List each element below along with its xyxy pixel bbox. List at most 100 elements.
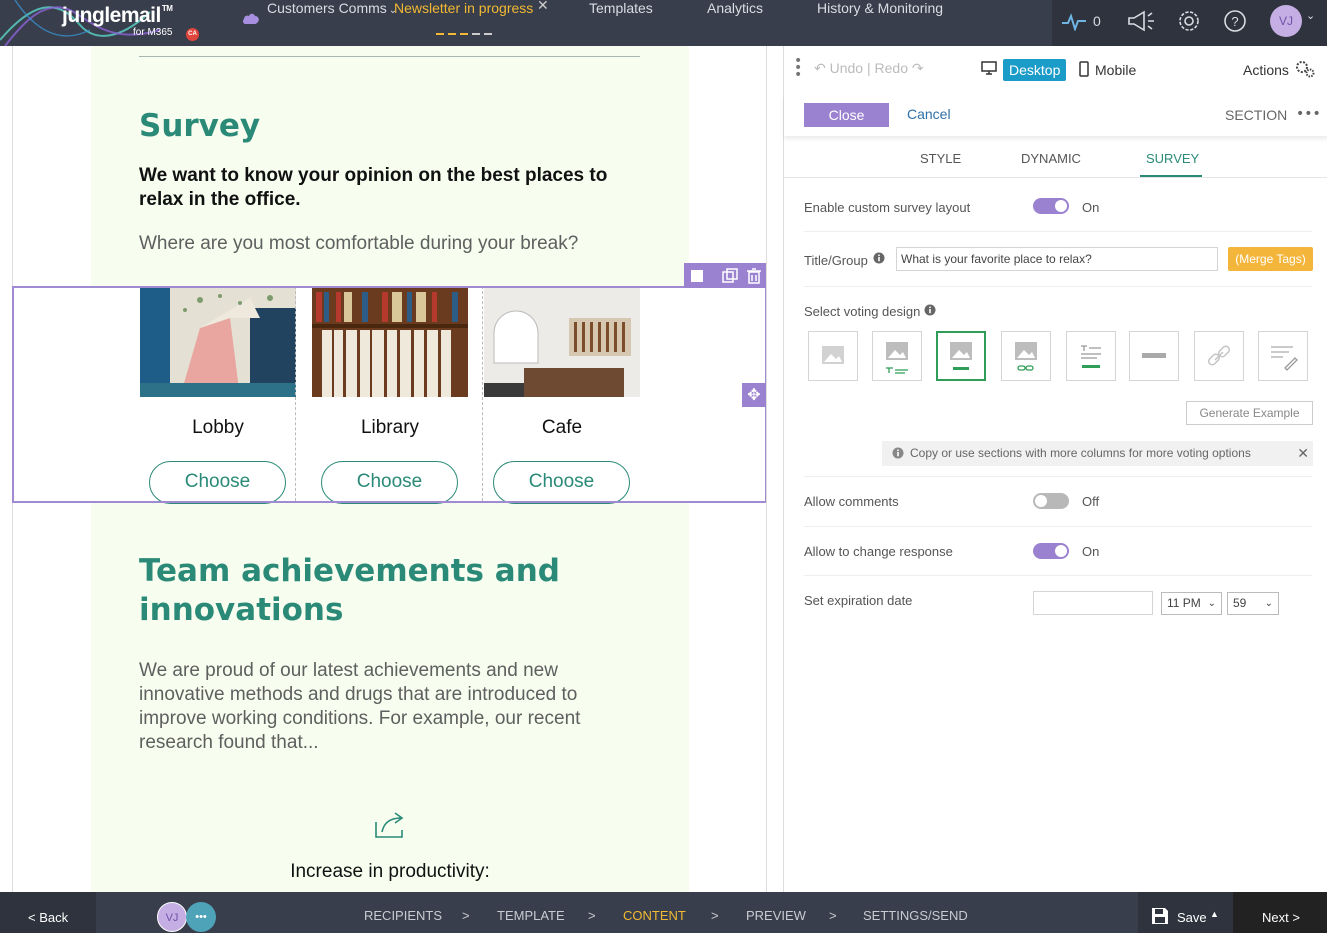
step-arrow: >	[711, 908, 719, 923]
vertical-dots-icon[interactable]: • • •	[794, 54, 802, 82]
voting-design-text-button[interactable]	[1066, 331, 1116, 381]
gear-icon[interactable]	[1177, 9, 1201, 33]
undo-button[interactable]: Undo	[830, 60, 863, 76]
top-bar: junglemailTM for M365 CA Customers Comms…	[0, 0, 1327, 46]
redo-button[interactable]: Redo	[875, 60, 908, 76]
avatar[interactable]: VJ	[1270, 5, 1302, 37]
svg-text:?: ?	[1231, 14, 1238, 29]
actions-gears-icon[interactable]	[1295, 60, 1315, 78]
brand-name: junglemailTM	[62, 4, 173, 27]
save-button[interactable]: Save ▲	[1138, 892, 1233, 933]
bottom-bar: < Back VJ ••• RECIPIENTS > TEMPLATE > CO…	[0, 892, 1327, 933]
desktop-icon[interactable]	[981, 61, 997, 75]
move-icon[interactable]: ✥	[742, 383, 766, 407]
step-preview[interactable]: PREVIEW	[746, 908, 806, 923]
survey-subtitle[interactable]: Where are you most comfortable during yo…	[139, 233, 578, 255]
redo-arrow-icon[interactable]: ↷	[912, 60, 924, 76]
info-icon[interactable]	[873, 252, 885, 264]
nav-analytics[interactable]: Analytics	[707, 0, 763, 42]
share-icon	[375, 812, 404, 838]
properties-panel: • • • ↶ Undo | Redo ↷ Desktop Mobile Actio…	[783, 46, 1327, 892]
megaphone-icon[interactable]	[1127, 10, 1157, 32]
allow-change-toggle[interactable]	[1033, 543, 1069, 559]
survey-heading[interactable]: Survey	[139, 108, 260, 144]
divider	[804, 575, 1312, 576]
divider	[139, 56, 640, 57]
close-button[interactable]: Close	[804, 103, 889, 127]
activity-pulse-icon[interactable]	[1061, 13, 1087, 31]
enable-custom-layout-toggle[interactable]	[1033, 198, 1069, 214]
team-paragraph[interactable]: We are proud of our latest achievements …	[139, 659, 629, 755]
voting-design-button-only[interactable]	[1129, 331, 1179, 381]
minute-value: 59	[1233, 596, 1247, 610]
chevron-down-icon[interactable]: ⌄	[1306, 9, 1315, 22]
hour-select[interactable]: 11 PM ⌄	[1161, 592, 1222, 615]
select-icon[interactable]	[690, 268, 704, 282]
panel-toolbar: • • • ↶ Undo | Redo ↷ Desktop Mobile Actio…	[784, 46, 1327, 94]
tab-active-indicator	[1140, 175, 1202, 177]
nav-customers-comms-label: Customers Comms	[267, 0, 387, 16]
section-header: Close Cancel SECTION •••	[784, 94, 1327, 136]
merge-tags-button[interactable]: (Merge Tags)	[1228, 247, 1313, 271]
voting-design-image-link[interactable]	[1001, 331, 1051, 381]
title-group-label: Title/Group	[804, 253, 868, 268]
editor-canvas: Survey We want to know your opinion on t…	[0, 46, 767, 892]
tab-survey[interactable]: SURVEY	[1146, 151, 1199, 166]
mobile-toggle[interactable]: Mobile	[1095, 62, 1136, 78]
step-arrow: >	[588, 908, 596, 923]
voting-design-image-button[interactable]	[936, 331, 986, 381]
nav-customers-comms[interactable]: Customers Comms ⌄	[267, 0, 397, 42]
tab-newsletter-in-progress[interactable]: Newsletter in progress	[394, 0, 533, 42]
desktop-toggle[interactable]: Desktop	[1003, 59, 1067, 81]
tab-dynamic[interactable]: DYNAMIC	[1021, 151, 1081, 166]
generate-example-button[interactable]: Generate Example	[1186, 401, 1313, 425]
more-options-icon[interactable]: •••	[1296, 106, 1321, 122]
step-settings-send[interactable]: SETTINGS/SEND	[863, 908, 968, 923]
allow-change-state: On	[1082, 544, 1100, 559]
voting-design-link-only[interactable]	[1194, 331, 1244, 381]
nav-templates[interactable]: Templates	[589, 0, 653, 42]
voting-design-image[interactable]	[808, 331, 858, 381]
step-template[interactable]: TEMPLATE	[497, 908, 565, 923]
logo[interactable]: junglemailTM for M365 CA	[0, 0, 230, 46]
step-recipients[interactable]: RECIPIENTS	[364, 908, 442, 923]
nav-history-monitoring[interactable]: History & Monitoring	[817, 0, 943, 42]
brand-sub: for M365	[133, 27, 173, 38]
region-badge: CA	[186, 28, 199, 41]
allow-comments-toggle[interactable]	[1033, 493, 1069, 509]
step-arrow: >	[829, 908, 837, 923]
close-tab-icon[interactable]: ✕	[537, 0, 549, 14]
chevron-down-icon: ⌄	[1207, 598, 1216, 609]
dismiss-icon[interactable]: ✕	[1297, 441, 1309, 466]
more-collaborators-icon[interactable]: •••	[186, 902, 216, 932]
cancel-button[interactable]: Cancel	[907, 106, 951, 122]
tab-style[interactable]: STYLE	[920, 151, 961, 166]
expiration-date-input[interactable]	[1033, 591, 1153, 615]
undo-arrow-icon[interactable]: ↶	[814, 60, 826, 76]
survey-question[interactable]: We want to know your opinion on the best…	[139, 164, 649, 212]
app: junglemailTM for M365 CA Customers Comms…	[0, 0, 1327, 933]
increase-label[interactable]: Increase in productivity:	[91, 861, 689, 883]
voting-design-label: Select voting design	[804, 304, 921, 319]
undo-redo-separator: |	[866, 60, 871, 76]
save-label: Save	[1177, 910, 1207, 925]
next-button[interactable]: Next >	[1233, 892, 1327, 933]
help-icon[interactable]: ?	[1223, 9, 1247, 33]
info-message-text: Copy or use sections with more columns f…	[910, 446, 1251, 460]
divider	[804, 526, 1312, 527]
voting-design-image-text[interactable]	[872, 331, 922, 381]
team-heading[interactable]: Team achievements and innovations	[139, 552, 579, 630]
minute-select[interactable]: 59 ⌄	[1227, 592, 1279, 615]
info-icon[interactable]	[924, 304, 936, 316]
trash-icon[interactable]	[747, 268, 761, 284]
duplicate-icon[interactable]	[722, 268, 738, 283]
back-button[interactable]: < Back	[0, 892, 96, 933]
mobile-icon[interactable]	[1079, 61, 1089, 77]
allow-comments-label: Allow comments	[804, 494, 899, 509]
actions-menu[interactable]: Actions	[1243, 62, 1289, 78]
collaborator-avatar[interactable]: VJ	[157, 902, 187, 932]
voting-design-custom-edit[interactable]	[1258, 331, 1308, 381]
step-content[interactable]: CONTENT	[623, 908, 686, 923]
title-group-input[interactable]: What is your favorite place to relax?	[896, 247, 1218, 271]
step-arrow: >	[462, 908, 470, 923]
